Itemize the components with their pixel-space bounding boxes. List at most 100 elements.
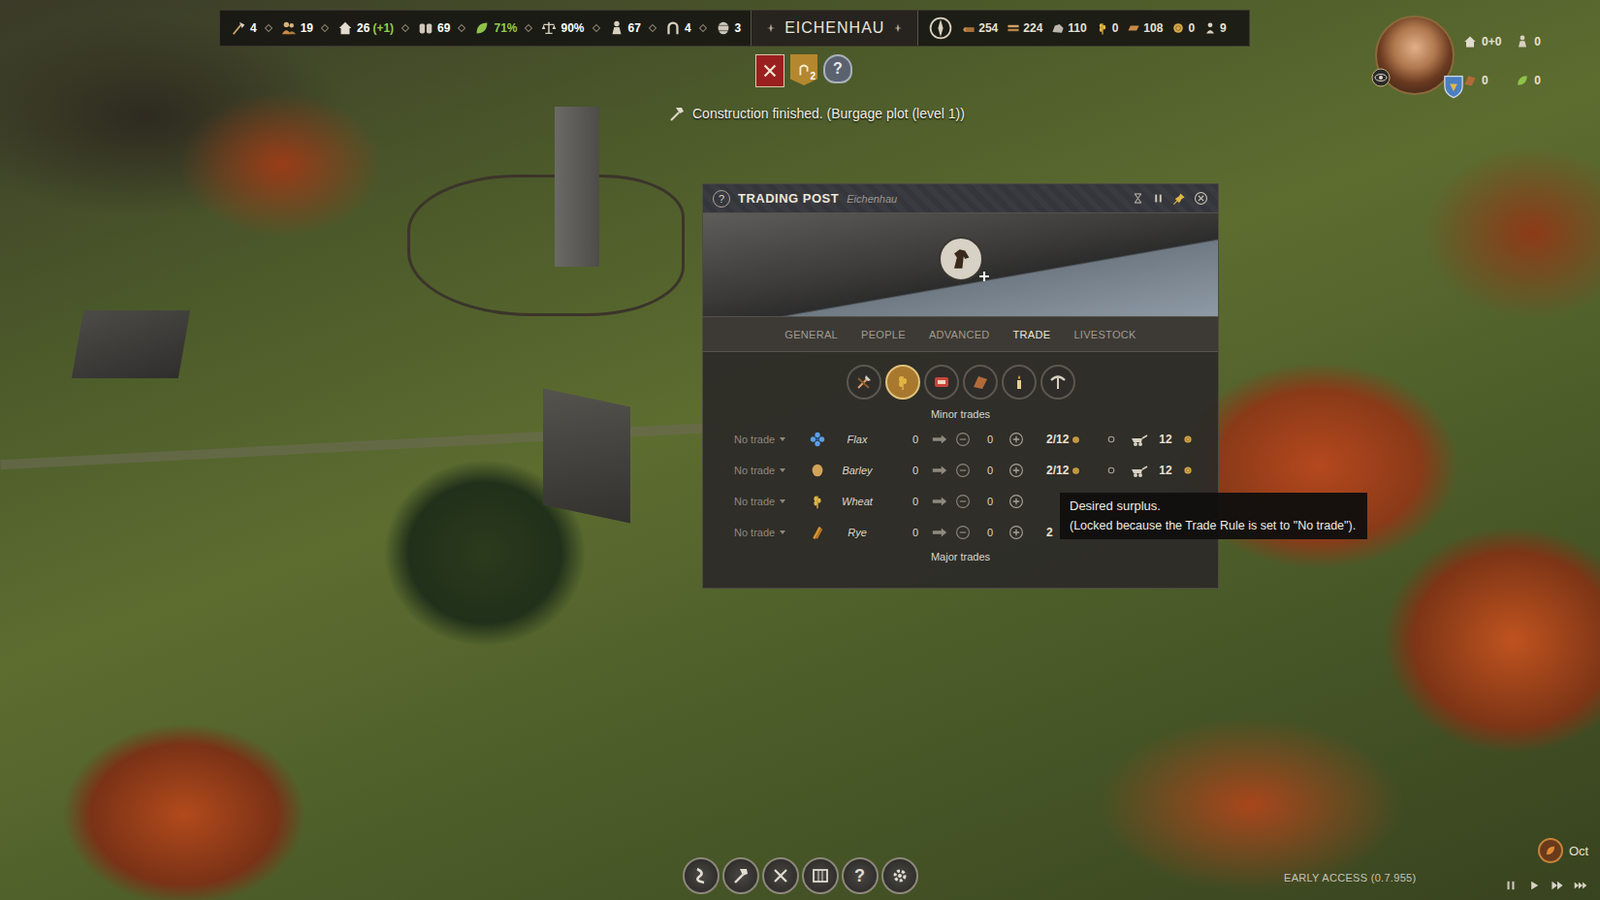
alert-banner[interactable]: 2: [790, 54, 818, 86]
resource-item[interactable]: 108: [1125, 20, 1163, 36]
military-button[interactable]: [762, 857, 800, 895]
stat-item[interactable]: 26(+1): [336, 19, 394, 37]
category-button[interactable]: [924, 364, 960, 400]
eye-icon[interactable]: [1371, 67, 1391, 88]
help-button[interactable]: ?: [841, 857, 879, 895]
play-button[interactable]: [1524, 875, 1544, 896]
portrait[interactable]: [1375, 15, 1455, 96]
trading-post-window: ?TRADING POSTEichenhau GENERAL PEOPLE ADVAN…: [702, 183, 1219, 589]
fast-button[interactable]: [1547, 875, 1568, 896]
caret-icon: [779, 530, 786, 535]
crossed-icon: [761, 62, 779, 80]
player-stat[interactable]: 0: [1514, 65, 1541, 96]
map-button[interactable]: [801, 857, 839, 895]
trade-rule-dropdown[interactable]: No trade: [734, 464, 800, 477]
traders: 12: [1152, 463, 1179, 478]
pause-icon[interactable]: [1152, 192, 1165, 205]
minus-icon[interactable]: [955, 431, 971, 448]
stock: 0: [902, 526, 928, 539]
trade-rule-dropdown[interactable]: No trade: [734, 526, 800, 539]
resource-item[interactable]: 110: [1050, 20, 1087, 36]
planks-icon: [1005, 20, 1022, 36]
resource-item[interactable]: 0: [1094, 20, 1120, 36]
tab[interactable]: PEOPLE: [859, 324, 908, 345]
stat-item[interactable]: 71%: [473, 19, 517, 37]
hourglass-icon[interactable]: [1131, 192, 1145, 205]
storage-icon: [416, 19, 435, 37]
build-button[interactable]: [722, 857, 760, 895]
category-button[interactable]: [885, 364, 921, 400]
assign-worker[interactable]: [938, 236, 984, 282]
tab[interactable]: ADVANCED: [927, 324, 992, 345]
close-icon[interactable]: [1193, 191, 1209, 206]
player-stat[interactable]: 0+0: [1462, 27, 1502, 57]
stat-item[interactable]: 19: [280, 19, 314, 37]
title-bar[interactable]: ?TRADING POSTEichenhau: [703, 184, 1218, 214]
coin-icon: [1070, 465, 1082, 477]
faster-button[interactable]: [1570, 875, 1591, 896]
stat-item[interactable]: 67: [608, 19, 641, 37]
plus-icon[interactable]: [977, 269, 992, 284]
cart-icon: [1129, 460, 1150, 480]
flax-icon: [808, 430, 827, 448]
pause-button[interactable]: [1501, 875, 1521, 896]
approval-icon: [1514, 72, 1531, 89]
coin-icon: [1182, 433, 1194, 446]
barrel-icon: [714, 19, 733, 37]
alert-label: ?: [832, 60, 843, 78]
category-button[interactable]: [846, 364, 882, 400]
stat-item[interactable]: 90%: [540, 19, 584, 37]
settlement-name-box[interactable]: EICHENHAU: [750, 10, 919, 46]
military-icon: [770, 865, 791, 886]
tab[interactable]: LIVESTOCK: [1071, 324, 1138, 345]
trade-rule-dropdown[interactable]: No trade: [734, 433, 800, 446]
plus-icon[interactable]: [1008, 431, 1024, 448]
stock: 0: [902, 464, 928, 477]
tab[interactable]: GENERAL: [782, 324, 840, 345]
stat-item[interactable]: 69: [416, 19, 450, 37]
minus-icon[interactable]: [955, 524, 971, 541]
plus-icon[interactable]: [1008, 524, 1024, 541]
cart-icon: [1129, 429, 1150, 449]
minus-icon[interactable]: [955, 462, 971, 479]
season-badge: [1537, 837, 1564, 864]
alerts: 2?: [755, 54, 853, 88]
help-button[interactable]: ?: [712, 190, 731, 208]
surplus-value: 2/12: [1046, 432, 1069, 447]
candle-icon: [1009, 372, 1029, 392]
alert-help[interactable]: ?: [823, 54, 853, 84]
stat-value: 67: [628, 21, 641, 35]
player-stat[interactable]: 0: [1514, 27, 1541, 57]
approval-icon: [473, 19, 491, 37]
stat-item[interactable]: 3: [714, 19, 742, 37]
player-stat[interactable]: 0: [1462, 65, 1502, 96]
pin-icon[interactable]: [1172, 192, 1186, 206]
plus-icon[interactable]: [1008, 493, 1024, 510]
compass-icon[interactable]: [928, 15, 954, 41]
alert-raid[interactable]: [755, 54, 785, 88]
trade-rule: No trade: [734, 495, 775, 508]
resource-item[interactable]: 0: [1170, 20, 1195, 36]
desired-surplus[interactable]: 2/12: [1046, 432, 1097, 447]
arrow-wrap: [928, 461, 952, 480]
category-button[interactable]: [1001, 364, 1037, 400]
resource-item[interactable]: 224: [1005, 20, 1043, 36]
fast-icon: [1550, 878, 1565, 893]
resource-item[interactable]: 9: [1202, 20, 1227, 36]
category-button[interactable]: [1040, 364, 1076, 400]
settings-button[interactable]: [881, 857, 919, 895]
calendar[interactable]: Oct: [1537, 837, 1589, 864]
stat-item[interactable]: 4: [664, 19, 692, 37]
minus-icon[interactable]: [955, 493, 971, 510]
trade-rule-dropdown[interactable]: No trade: [734, 495, 800, 508]
ring-wrap: [1096, 432, 1126, 447]
desired-surplus[interactable]: 2/12: [1046, 463, 1097, 478]
plus-icon[interactable]: [1008, 462, 1024, 479]
road-button[interactable]: [682, 857, 720, 895]
stat-item[interactable]: 4: [229, 19, 257, 37]
good-icon-wrap: [807, 492, 828, 511]
trade-amount: 0: [974, 433, 1006, 446]
resource-item[interactable]: 254: [960, 20, 998, 36]
category-button[interactable]: [962, 364, 998, 400]
tab[interactable]: TRADE: [1011, 324, 1054, 345]
